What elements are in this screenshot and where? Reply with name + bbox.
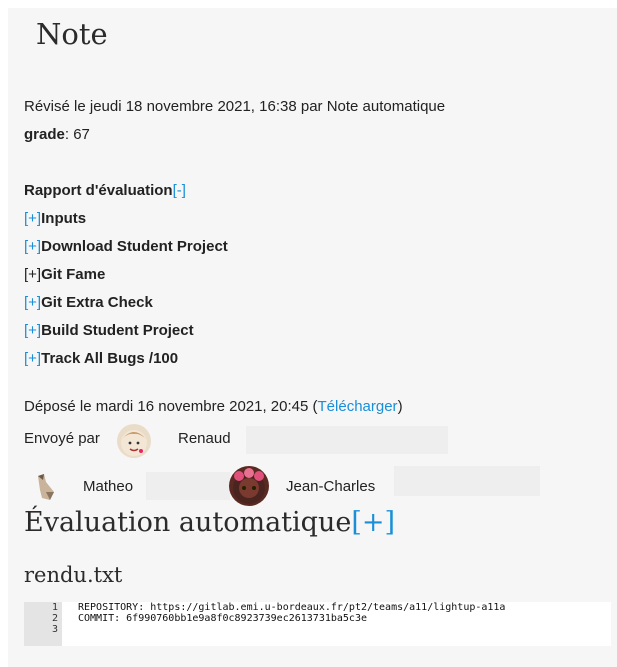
report-item-label: Git Fame <box>41 266 106 283</box>
report-item-git-extra: [+]Git Extra Check <box>24 294 153 312</box>
report-item-git-fame: [+]Git Fame <box>24 266 105 284</box>
report-item-label: Git Extra Check <box>41 294 153 311</box>
expand-toggle[interactable]: [+] <box>24 294 41 311</box>
file-name: rendu.txt <box>24 563 123 587</box>
expand-toggle[interactable]: [+] <box>24 238 41 255</box>
code-viewer: 1 2 3 REPOSITORY: https://gitlab.emi.u-b… <box>24 602 611 646</box>
auto-eval-expand-toggle[interactable]: [+] <box>351 507 395 538</box>
sent-by-label: Envoyé par <box>24 430 100 447</box>
report-item-label: Download Student Project <box>41 238 228 255</box>
code-line: COMMIT: 6f990760bb1e9a8f0c8923739ec26137… <box>78 613 367 624</box>
line-number: 2 <box>51 613 58 624</box>
redacted-field <box>246 426 448 454</box>
submission-info: Déposé le mardi 16 novembre 2021, 20:45 … <box>24 398 403 415</box>
report-item-build: [+]Build Student Project <box>24 322 194 340</box>
line-number: 1 <box>51 602 58 613</box>
report-title: Rapport d'évaluation <box>24 182 173 199</box>
code-lines: REPOSITORY: https://gitlab.emi.u-bordeau… <box>78 602 505 635</box>
page-title: Note <box>36 17 108 51</box>
expand-toggle: [+] <box>24 266 42 283</box>
redacted-field <box>394 466 540 496</box>
avatar <box>117 424 151 458</box>
expand-toggle[interactable]: [+] <box>24 350 41 367</box>
user-name: Jean-Charles <box>286 478 376 495</box>
avatar <box>229 466 269 506</box>
auto-eval-title: Évaluation automatique <box>24 507 352 538</box>
avatar <box>28 470 62 504</box>
report-collapse-toggle[interactable]: [-] <box>173 182 186 199</box>
report-item-label: Track All Bugs /100 <box>41 350 179 367</box>
redacted-field <box>146 472 230 500</box>
auto-eval-heading: Évaluation automatique[+] <box>24 507 395 538</box>
user-name: Matheo <box>83 478 134 495</box>
revision-info: Révisé le jeudi 18 novembre 2021, 16:38 … <box>24 98 446 115</box>
report-item-label: Build Student Project <box>41 322 194 339</box>
expand-toggle[interactable]: [+] <box>24 210 41 227</box>
expand-toggle[interactable]: [+] <box>24 322 41 339</box>
report-item-inputs: [+]Inputs <box>24 210 86 228</box>
line-number: 3 <box>51 624 58 635</box>
code-line: REPOSITORY: https://gitlab.emi.u-bordeau… <box>78 602 506 613</box>
grade-label: grade <box>24 126 65 143</box>
report-item-label: Inputs <box>41 210 87 227</box>
report-header: Rapport d'évaluation[-] <box>24 182 186 200</box>
line-numbers: 1 2 3 <box>24 602 62 646</box>
grade-value: : 67 <box>64 126 90 143</box>
grade-line: grade: 67 <box>24 126 90 144</box>
user-name: Renaud <box>178 430 231 447</box>
report-item-track-bugs: [+]Track All Bugs /100 <box>24 350 178 368</box>
report-item-download: [+]Download Student Project <box>24 238 228 256</box>
download-link[interactable]: Télécharger <box>318 398 398 415</box>
